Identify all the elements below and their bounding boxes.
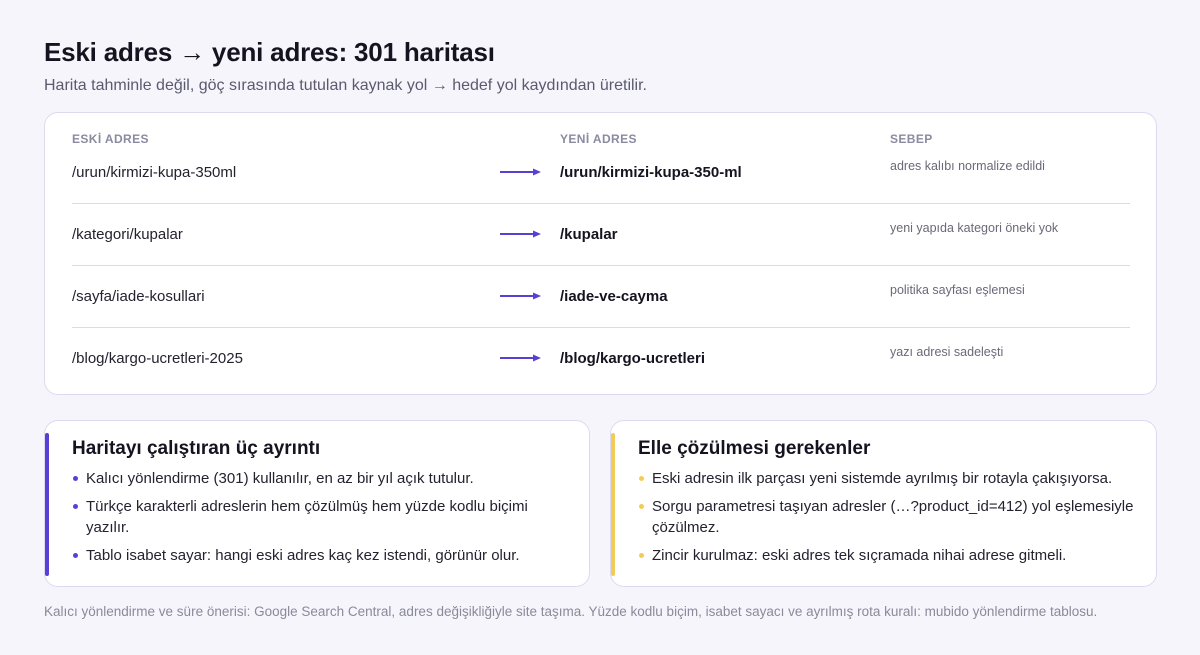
manual-title: Elle çözülmesi gerekenler [638,438,871,459]
bullet-dot-icon [73,504,78,509]
page-subtitle: Harita tahminle değil, göç sırasında tut… [44,77,647,94]
page-title: Eski adres → yeni adres: 301 haritası [44,37,495,67]
bullet-dot-icon [639,504,644,509]
redirect-reason: politika sayfası eşlemesi [890,283,1025,297]
old-path: /blog/kargo-ucretleri-2025 [72,350,243,367]
accent-bar [45,433,49,576]
arrow-right-icon [500,292,541,300]
arrow-right-icon [500,354,541,362]
table-row: /blog/kargo-ucretleri-2025 /blog/kargo-u… [72,328,1130,390]
list-item: Kalıcı yönlendirme (301) kullanılır, en … [72,468,571,489]
list-item: Tablo isabet sayar: hangi eski adres kaç… [72,545,571,566]
list-item: Türkçe karakterli adreslerin hem çözülmü… [72,496,571,538]
new-path: /kupalar [560,226,618,243]
redirect-map-card: ESKİ ADRES YENİ ADRES SEBEP /urun/kirmiz… [44,112,1157,395]
arrow-right-icon [500,168,541,176]
redirect-reason: yeni yapıda kategori öneki yok [890,221,1059,235]
source-footnote: Kalıcı yönlendirme ve süre önerisi: Goog… [44,604,1098,619]
bullet-dot-icon [639,476,644,481]
bullet-dot-icon [639,553,644,558]
new-path: /blog/kargo-ucretleri [560,350,706,367]
bullet-dot-icon [73,553,78,558]
old-path: /kategori/kupalar [72,226,183,243]
table-row: /sayfa/iade-kosullari /iade-ve-cayma pol… [72,266,1130,328]
old-path: /sayfa/iade-kosullari [72,288,205,305]
manual-list: Eski adresin ilk parçası yeni sistemde a… [638,468,1138,573]
list-item: Zincir kurulmaz: eski adres tek sıçramad… [638,545,1138,566]
list-item: Eski adresin ilk parçası yeni sistemde a… [638,468,1138,489]
new-path: /iade-ve-cayma [560,288,668,305]
details-card: Haritayı çalıştıran üç ayrıntı Kalıcı yö… [44,420,590,587]
redirect-reason: adres kalıbı normalize edildi [890,159,1045,173]
table-row: /kategori/kupalar /kupalar yeni yapıda k… [72,204,1130,266]
table-row: /urun/kirmizi-kupa-350ml /urun/kirmizi-k… [72,142,1130,204]
arrow-right-icon [500,230,541,238]
warning-bar [611,433,615,576]
list-item: Sorgu parametresi taşıyan adresler (…?pr… [638,496,1138,538]
details-title: Haritayı çalıştıran üç ayrıntı [72,438,321,459]
old-path: /urun/kirmizi-kupa-350ml [72,164,237,181]
manual-resolution-card: Elle çözülmesi gerekenler Eski adresin i… [610,420,1157,587]
details-list: Kalıcı yönlendirme (301) kullanılır, en … [72,468,571,573]
new-path: /urun/kirmizi-kupa-350-ml [560,164,742,181]
redirect-reason: yazı adresi sadeleşti [890,345,1004,359]
bullet-dot-icon [73,476,78,481]
